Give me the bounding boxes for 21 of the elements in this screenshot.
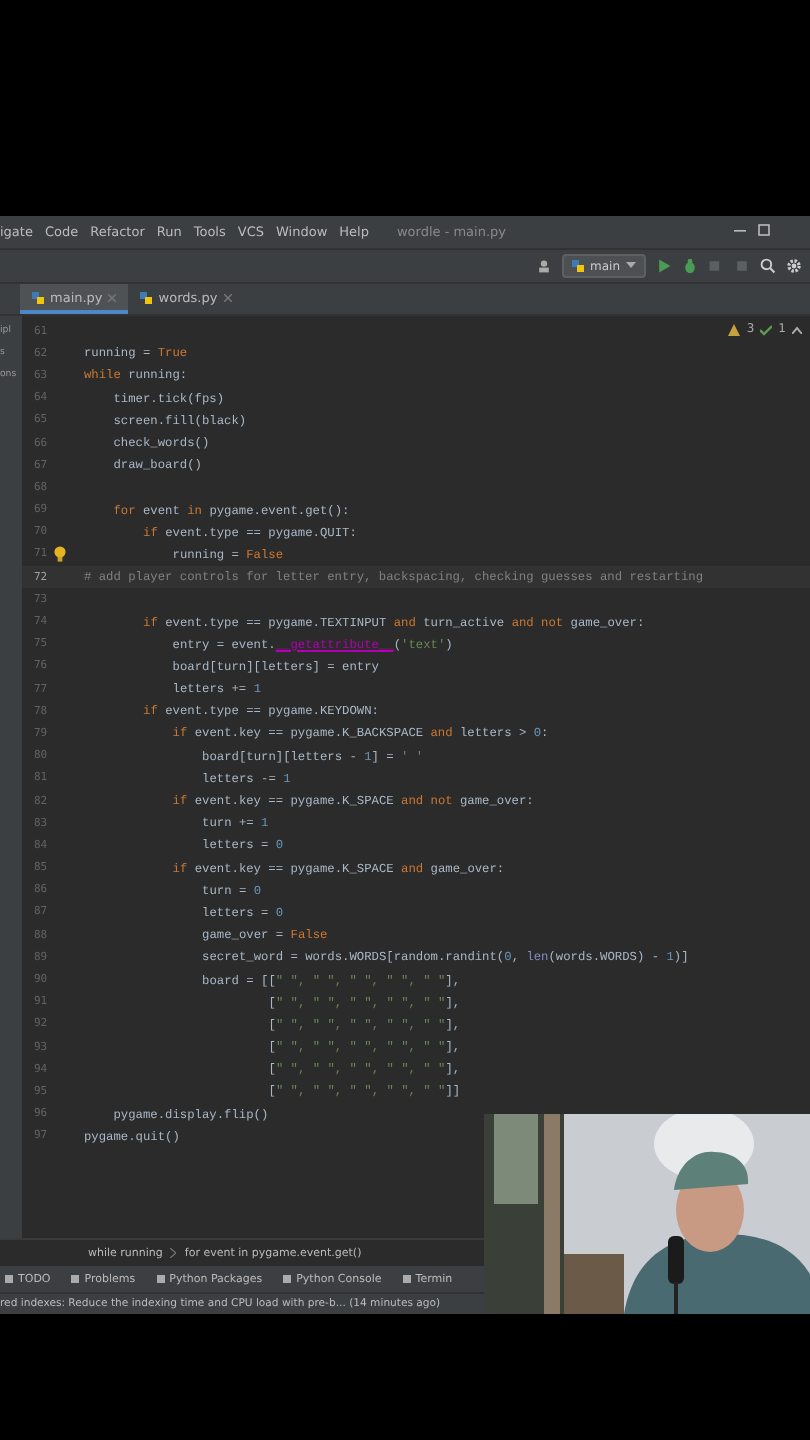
maximize-icon[interactable] xyxy=(758,224,770,240)
tool-window-icon xyxy=(70,1274,81,1284)
bug-icon[interactable] xyxy=(682,258,698,274)
python-logo-icon xyxy=(572,260,584,272)
python-file-icon xyxy=(140,291,153,303)
run-icon[interactable] xyxy=(656,258,672,274)
caret-icon[interactable] xyxy=(792,325,802,333)
lightbulb-icon[interactable] xyxy=(53,546,66,563)
tool-window-icon xyxy=(155,1274,166,1284)
check-icon[interactable] xyxy=(760,323,773,335)
python-file-icon xyxy=(32,291,44,303)
caret-icon xyxy=(626,262,636,270)
tool-window-icon xyxy=(401,1274,412,1284)
tool-window-icon xyxy=(4,1274,14,1284)
search-icon[interactable] xyxy=(760,258,776,274)
chevron-icon xyxy=(170,1248,177,1258)
tool-window-icon xyxy=(282,1274,293,1284)
settings-icon[interactable] xyxy=(786,258,802,274)
user-icon[interactable] xyxy=(536,258,552,274)
warning-icon[interactable] xyxy=(728,323,741,335)
close-icon[interactable] xyxy=(223,293,232,301)
